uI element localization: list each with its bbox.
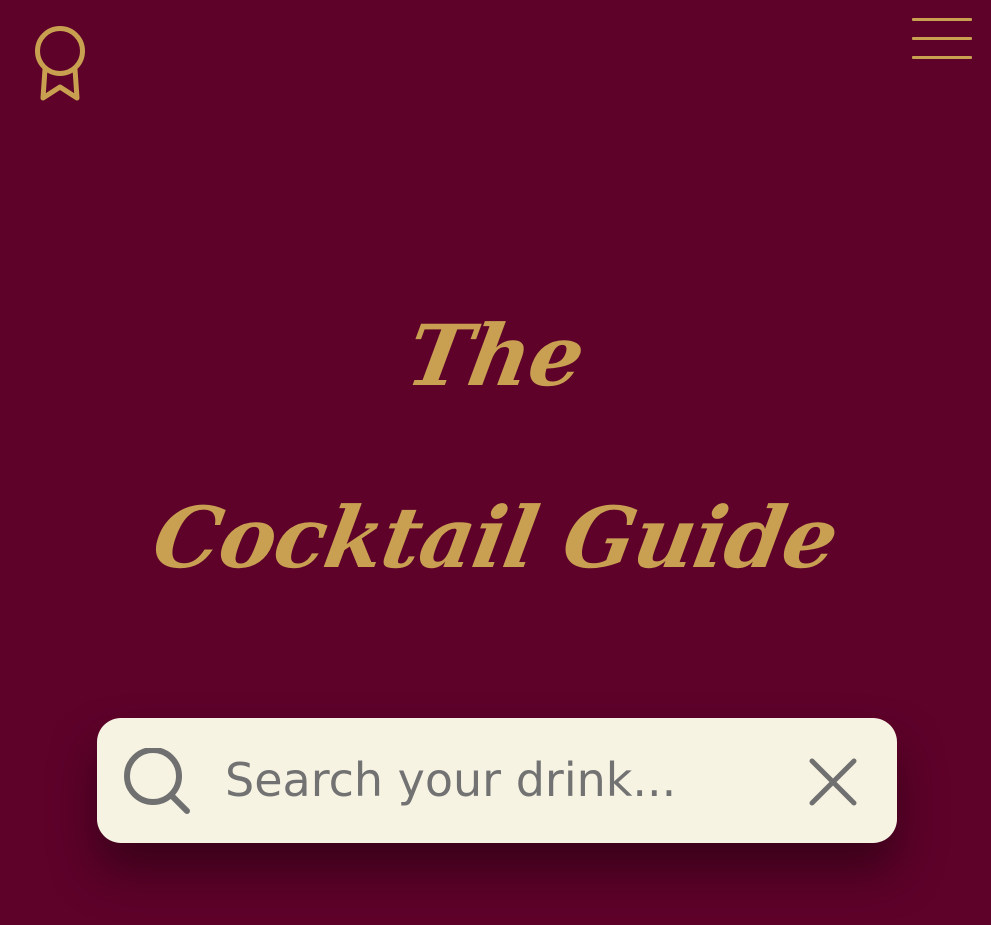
hamburger-menu-button[interactable] <box>910 18 974 62</box>
hero-title-line2: Cocktail Guide <box>146 488 846 587</box>
award-ribbon-icon[interactable] <box>32 24 88 102</box>
close-icon[interactable] <box>805 754 861 810</box>
search-input[interactable] <box>225 746 785 814</box>
menu-line <box>912 37 972 40</box>
hero-title-line1: The <box>399 306 592 405</box>
menu-line <box>912 18 972 21</box>
search-icon[interactable] <box>123 747 193 814</box>
menu-line <box>912 56 972 59</box>
search-bar <box>97 718 897 843</box>
